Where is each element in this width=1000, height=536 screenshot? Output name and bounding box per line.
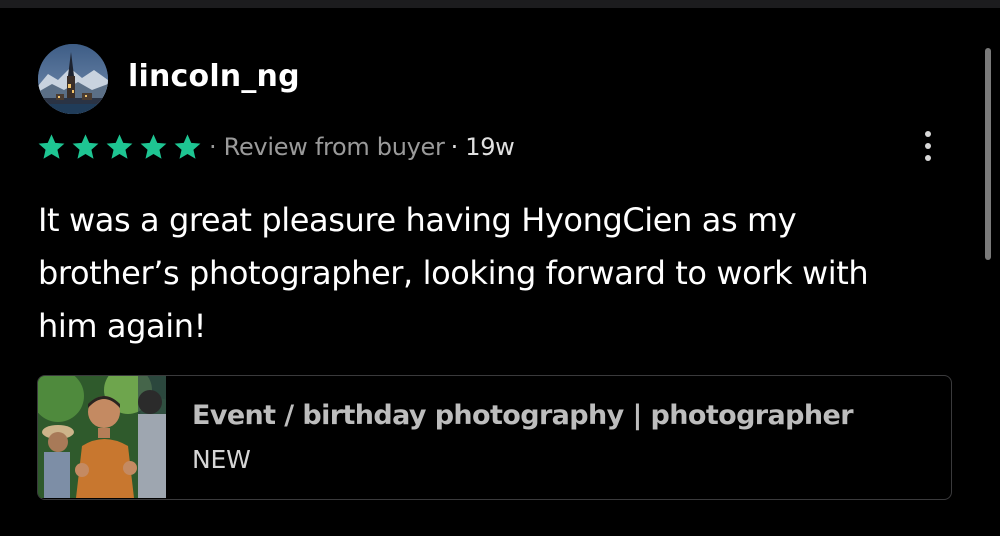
star-rating <box>36 132 203 163</box>
listing-photo <box>38 376 166 498</box>
review-body: It was a great pleasure having HyongCien… <box>38 201 869 345</box>
listing-card[interactable]: Event / birthday photography | photograp… <box>37 375 952 500</box>
user-avatar[interactable] <box>38 44 108 114</box>
reviewer-username[interactable]: lincoln_ng <box>128 52 300 102</box>
star-icon <box>140 133 167 159</box>
star-icon <box>106 133 133 159</box>
review-source: · Review from buyer <box>209 133 445 161</box>
listing-thumbnail <box>38 376 166 498</box>
star-icon <box>72 133 99 159</box>
avatar-church-photo <box>38 44 108 114</box>
more-dot <box>925 143 931 149</box>
star-icon <box>38 133 65 159</box>
review-meta: · Review from buyer · 19w <box>36 128 515 166</box>
more-dot <box>925 155 931 161</box>
listing-title[interactable]: Event / birthday photography | photograp… <box>192 392 854 440</box>
top-divider <box>0 0 1000 8</box>
review-time: · 19w <box>450 133 515 161</box>
star-icon <box>174 133 201 159</box>
scrollbar[interactable] <box>985 48 991 260</box>
listing-status: NEW <box>192 445 251 474</box>
listing-info: Event / birthday photography | photograp… <box>166 376 854 499</box>
more-options-icon[interactable] <box>918 126 938 166</box>
more-dot <box>925 131 931 137</box>
